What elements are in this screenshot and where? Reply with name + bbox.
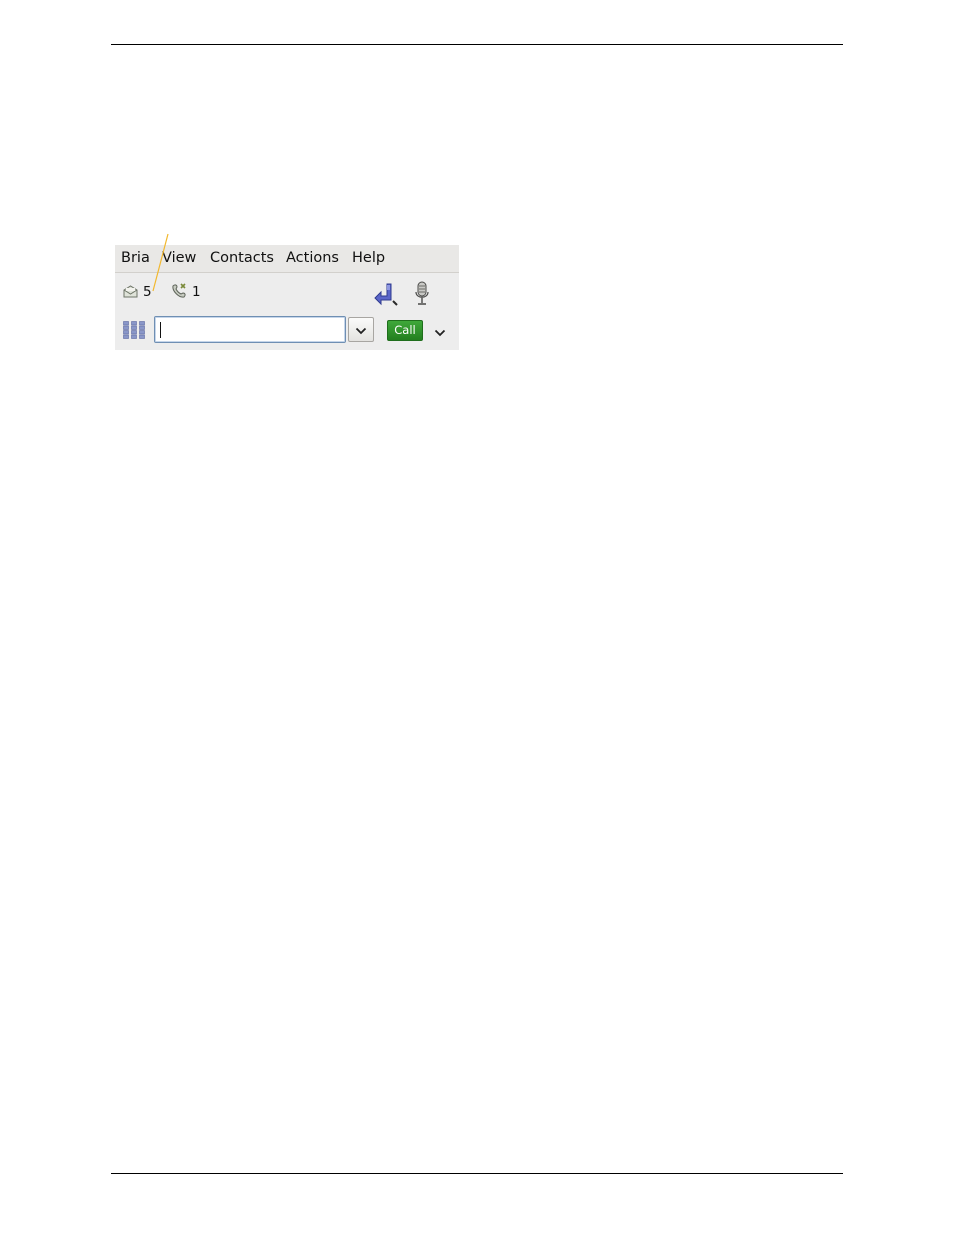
voicemail-indicator[interactable]: 5 <box>123 283 152 301</box>
transfer-arrow-icon[interactable] <box>373 281 399 311</box>
voicemail-envelope-icon <box>123 283 138 302</box>
microphone-icon[interactable] <box>413 281 431 311</box>
missed-calls-count: 1 <box>192 284 201 300</box>
menu-help[interactable]: Help <box>352 249 385 268</box>
menu-bria[interactable]: Bria <box>121 249 150 268</box>
call-options-dropdown[interactable] <box>430 322 450 340</box>
missed-calls-indicator[interactable]: 1 <box>171 282 201 302</box>
missed-call-icon <box>171 282 187 302</box>
menu-contacts[interactable]: Contacts <box>210 249 274 268</box>
chevron-down-icon <box>355 320 367 339</box>
dial-input[interactable] <box>154 316 346 343</box>
chevron-down-icon <box>434 322 446 341</box>
footer-rule <box>111 1173 843 1174</box>
header-rule <box>111 44 843 45</box>
call-button[interactable]: Call <box>387 320 423 341</box>
menu-view[interactable]: View <box>162 249 196 268</box>
menu-bar: Bria View Contacts Actions Help <box>115 245 459 273</box>
voicemail-count: 5 <box>143 284 152 300</box>
menu-actions[interactable]: Actions <box>286 249 339 268</box>
dialpad-icon[interactable] <box>123 321 145 343</box>
bria-window: Bria View Contacts Actions Help 5 1 Call <box>115 245 459 350</box>
dial-history-dropdown[interactable] <box>348 317 374 342</box>
text-caret <box>160 322 161 338</box>
